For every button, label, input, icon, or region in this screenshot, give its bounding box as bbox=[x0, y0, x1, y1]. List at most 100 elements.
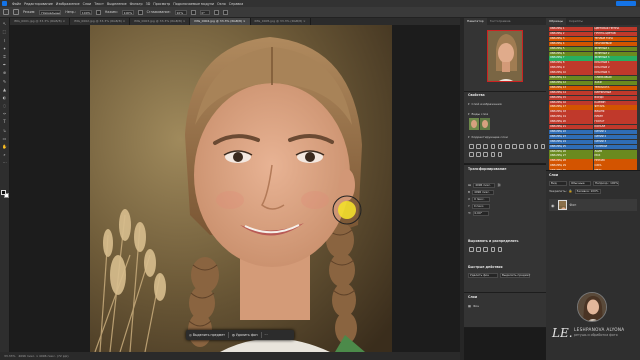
swatch-cell[interactable]: ОБРАЗЕЦ 16 bbox=[549, 100, 593, 105]
exposure-icon[interactable] bbox=[490, 144, 496, 149]
swatch-cell[interactable]: ТЕРРАКОТА bbox=[593, 85, 637, 91]
swatch-cell[interactable]: ОБРАЗЕЦ 5 bbox=[549, 46, 593, 51]
smoothing-settings-icon[interactable] bbox=[190, 9, 196, 15]
swatch-cell[interactable]: ТЕПЛЫЕ ТОНА bbox=[593, 36, 637, 42]
swatch-cell[interactable]: ЛАЙМ bbox=[593, 149, 637, 154]
swatch-cell[interactable]: ОБРАЗЕЦ 26 bbox=[549, 149, 593, 154]
history-item[interactable]: ▦ Фон bbox=[468, 304, 479, 308]
remove-bg-quick-button[interactable]: Удалить фон bbox=[468, 273, 498, 278]
swatch-cell[interactable]: ОБРАЗЕЦ 12 bbox=[549, 80, 593, 86]
pressure-size-toggle[interactable] bbox=[213, 9, 219, 15]
swatch-cell[interactable]: КРАСНЫЙ 1 bbox=[593, 61, 637, 66]
swatch-cell[interactable]: КАРМИН bbox=[593, 100, 637, 105]
menu-layer[interactable]: Слои bbox=[83, 2, 92, 6]
tab-navigator[interactable]: Навигатор bbox=[464, 18, 487, 25]
mode-select[interactable]: Нормальный bbox=[39, 9, 62, 15]
swatch-cell[interactable]: ОБРАЗЕЦ 24 bbox=[549, 139, 593, 145]
swatch-cell[interactable]: ОБРАЗЕЦ 22 bbox=[549, 129, 593, 135]
swatch-cell[interactable]: ПЕРСИК bbox=[593, 159, 637, 164]
menu-select[interactable]: Выделение bbox=[107, 2, 127, 6]
doc-tab[interactable]: IMG_0002.jpg @ 33.3% (RGB/8) × bbox=[70, 18, 131, 25]
align-center-icon[interactable] bbox=[476, 247, 481, 252]
blend-mode-select[interactable]: Обычные bbox=[569, 181, 591, 186]
eye-icon[interactable]: ◉ bbox=[551, 203, 555, 208]
gradient-tool-icon[interactable]: ✑ bbox=[2, 111, 8, 116]
layer-comps-row[interactable]: ▾ Виды слоя bbox=[468, 112, 488, 116]
menu-help[interactable]: Справка bbox=[229, 2, 244, 6]
swatch-cell[interactable]: ОБРАЗЕЦ 2 bbox=[549, 31, 593, 37]
eraser-tool-icon[interactable]: ◌ bbox=[2, 103, 8, 108]
swatch-cell[interactable]: ОБРАЗЕЦ 17 bbox=[549, 105, 593, 110]
swatch-cell[interactable]: ЦВЕТОВАЯ ГРУППА bbox=[593, 27, 637, 32]
menu-edit[interactable]: Редактирование bbox=[24, 2, 53, 6]
swatch-cell[interactable]: МОХ bbox=[593, 154, 637, 159]
threshold-icon[interactable] bbox=[483, 152, 488, 157]
swatch-cell[interactable]: ЯНТАРЬ bbox=[593, 105, 637, 110]
menu-view[interactable]: Просмотр bbox=[153, 2, 170, 6]
pressure-opacity-toggle[interactable] bbox=[95, 9, 101, 15]
swatch-cell[interactable]: ОБРАЗЕЦ 28 bbox=[549, 159, 593, 164]
context-more-button[interactable]: ··· bbox=[265, 333, 268, 337]
remove-background-button[interactable]: ◍ Удалить фон bbox=[232, 333, 258, 337]
align-middle-icon[interactable] bbox=[497, 247, 503, 252]
height-field[interactable]: 4096 пикс. bbox=[472, 190, 495, 195]
width-field[interactable]: 4096 пикс. bbox=[473, 183, 496, 188]
angle-field[interactable]: 0,00° bbox=[472, 211, 489, 216]
swatch-cell[interactable]: СИНИЙ 2 bbox=[593, 134, 637, 140]
swatch-cell[interactable]: ОБРАЗЕЦ 3 bbox=[549, 36, 593, 42]
y-field[interactable]: 0 пикс. bbox=[471, 204, 490, 209]
smoothing-field[interactable]: 10% bbox=[174, 9, 187, 15]
crop-tool-icon[interactable]: ⌗ bbox=[2, 54, 8, 59]
swatch-cell[interactable]: БОРДО bbox=[593, 95, 637, 100]
color-balance-icon[interactable] bbox=[512, 144, 517, 149]
layer-opacity-field[interactable]: Непрозр.: 100% bbox=[593, 181, 619, 186]
tab-scripts[interactable]: Скрипты bbox=[566, 18, 586, 25]
swatch-cell[interactable]: КРАСНЫЙ 3 bbox=[593, 71, 637, 76]
doc-tab[interactable]: IMG_0003.jpg @ 33.3% (RGB/8) × bbox=[130, 18, 191, 25]
swatch-cell[interactable]: ОБРАЗЕЦ 18 bbox=[549, 110, 593, 115]
color-lookup-icon[interactable] bbox=[540, 144, 546, 149]
select-subject-button[interactable]: ◎ Выделить предмет bbox=[189, 333, 225, 337]
swatch-cell[interactable]: ГОЛУБОЙ bbox=[593, 144, 637, 149]
menu-image[interactable]: Изображение bbox=[56, 2, 80, 6]
select-subject-quick-button[interactable]: Выделить предмет bbox=[500, 273, 530, 278]
swatch-cell[interactable]: ОБРАЗЕЦ 1 bbox=[549, 27, 593, 32]
swatch-cell[interactable]: КРАСНЫЙ 2 bbox=[593, 66, 637, 71]
rectangle-tool-icon[interactable]: ▭ bbox=[2, 136, 8, 141]
x-field[interactable]: 0 пикс. bbox=[472, 197, 491, 202]
align-right-icon[interactable] bbox=[483, 247, 488, 252]
airbrush-toggle[interactable] bbox=[137, 9, 143, 15]
swatch-cell[interactable]: ОБРАЗЕЦ 25 bbox=[549, 144, 593, 149]
foreground-color-swatch[interactable] bbox=[1, 190, 6, 195]
history-brush-tool-icon[interactable]: ◐ bbox=[2, 95, 8, 100]
status-zoom[interactable]: 33.33% bbox=[4, 354, 15, 358]
swatch-cell[interactable]: ЗЕЛЕНЫЙ 1 bbox=[593, 46, 637, 51]
swatch-cell[interactable]: ВИШНЯ bbox=[593, 110, 637, 115]
doc-tab[interactable]: IMG_0001.jpg @ 33.3% (RGB/8) × bbox=[10, 18, 71, 25]
opacity-field[interactable]: 100% bbox=[79, 9, 92, 15]
swatch-cell[interactable]: СИНИЙ 1 bbox=[593, 129, 637, 135]
hand-tool-icon[interactable]: ✋ bbox=[2, 144, 8, 149]
selective-color-icon[interactable] bbox=[497, 152, 503, 157]
brush-preset-icon[interactable] bbox=[3, 9, 9, 15]
swatch-cell[interactable]: ОБРАЗЕЦ 8 bbox=[549, 61, 593, 66]
swatch-cell[interactable]: ОБРАЗЕЦ 13 bbox=[549, 85, 593, 91]
swatch-cell[interactable]: ОБРАЗЕЦ 21 bbox=[549, 125, 593, 130]
doc-tab-active[interactable]: IMG_0004.jpg @ 33.3% (RGB/8) × bbox=[190, 18, 251, 25]
zoom-tool-icon[interactable]: ⌕ bbox=[2, 152, 8, 157]
layer-fill-field[interactable]: Заливка: 100% bbox=[574, 189, 601, 194]
clone-stamp-tool-icon[interactable]: ▲ bbox=[2, 87, 8, 92]
canvas-area[interactable]: ◎ Выделить предмет ◍ Удалить фон ··· bbox=[10, 25, 460, 352]
swatch-cell[interactable]: РУБИН bbox=[593, 115, 637, 120]
swatch-cell[interactable]: ОБРАЗЕЦ 9 bbox=[549, 66, 593, 71]
hue-saturation-icon[interactable] bbox=[504, 144, 510, 149]
swatch-cell[interactable]: ОБРАЗЕЦ 6 bbox=[549, 51, 593, 56]
swatch-cell[interactable]: ЗЕЛЕНЫЙ 3 bbox=[593, 56, 637, 61]
swatch-cell[interactable]: ОХРА bbox=[593, 164, 637, 169]
photo-filter-icon[interactable] bbox=[526, 144, 532, 149]
swatch-cell[interactable]: ОБРАЗЕЦ 10 bbox=[549, 71, 593, 76]
menu-filter[interactable]: Фильтр bbox=[130, 2, 143, 6]
layer-row-background[interactable]: ◉ Фон bbox=[549, 199, 637, 211]
flow-field[interactable]: 100% bbox=[121, 9, 134, 15]
share-button[interactable] bbox=[616, 1, 636, 6]
